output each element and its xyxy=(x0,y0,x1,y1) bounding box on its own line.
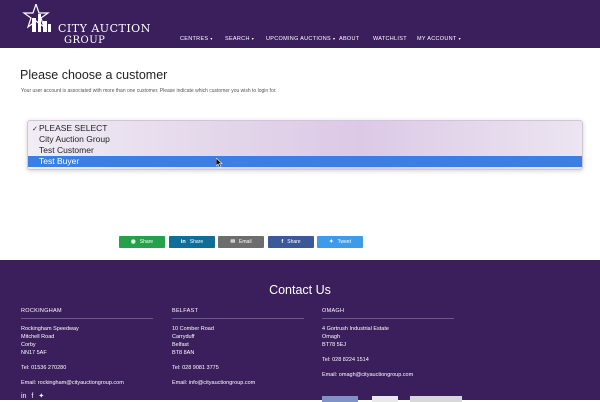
address-line: Corby xyxy=(21,342,36,348)
phone-link[interactable]: Tel: 028 8224 1514 xyxy=(322,356,454,364)
address-line: Carryduff xyxy=(172,334,195,340)
linkedin-icon: in xyxy=(180,239,186,245)
address-line: NN17 5AF xyxy=(21,350,47,356)
column-heading: ROCKINGHAM xyxy=(21,308,153,319)
nav-label: WATCHLIST xyxy=(373,36,407,42)
option-test-customer[interactable]: Test Customer xyxy=(28,145,582,156)
option-label: PLEASE SELECT xyxy=(39,123,108,133)
nav-about[interactable]: ABOUT xyxy=(339,36,359,42)
share-label: Share xyxy=(139,239,154,245)
nav-label: UPCOMING AUCTIONS xyxy=(266,36,331,42)
footer-column-omagh: OMAGH 4 Gortrush Industrial Estate Omagh… xyxy=(322,308,454,379)
address-line: 10 Comber Road xyxy=(172,326,214,332)
share-bar: ◉ Share in Share ✉ Email f Share ✦ Tweet xyxy=(0,236,600,248)
share-email-button[interactable]: ✉ Email xyxy=(218,236,264,248)
address-line: BT78 5EJ xyxy=(322,342,347,348)
footer-column-belfast: BELFAST 10 Comber Road Carryduff Belfast… xyxy=(172,308,304,387)
phone-link[interactable]: Tel: 01536 270280 xyxy=(21,364,153,372)
phone-link[interactable]: Tel: 028 9081 3775 xyxy=(172,364,304,372)
share-whatsapp-button[interactable]: ◉ Share xyxy=(119,236,165,248)
site-header: CITY AUCTION GROUP CENTRES ▾ SEARCH ▾ UPCO… xyxy=(0,0,600,48)
address-line: Mitchell Road xyxy=(21,334,55,340)
mouse-cursor-icon xyxy=(216,158,223,168)
linkedin-icon[interactable]: in xyxy=(21,393,26,400)
email-link[interactable]: Email: info@cityauctiongroup.com xyxy=(172,379,304,387)
partner-logo xyxy=(372,396,398,402)
customer-select-dropdown[interactable]: ✓PLEASE SELECT City Auction Group Test C… xyxy=(27,120,583,170)
share-label: Share xyxy=(189,239,204,245)
share-facebook-button[interactable]: f Share xyxy=(268,236,314,248)
column-heading: BELFAST xyxy=(172,308,304,319)
nav-watchlist[interactable]: WATCHLIST xyxy=(373,36,407,42)
footer-column-rockingham: ROCKINGHAM Rockingham Speedway Mitchell … xyxy=(21,308,153,387)
option-test-buyer[interactable]: Test Buyer xyxy=(28,156,582,167)
footer-social-links: in f ✦ xyxy=(21,392,44,400)
facebook-icon: f xyxy=(281,239,284,245)
address-line: Omagh xyxy=(322,334,341,340)
page-description: Your user account is associated with mor… xyxy=(21,88,277,94)
address-line: Rockingham Speedway xyxy=(21,326,79,332)
nav-label: MY ACCOUNT xyxy=(417,36,457,42)
logo-text-line1: CITY AUCTION xyxy=(58,22,151,35)
twitter-icon: ✦ xyxy=(329,239,334,245)
share-label: Share xyxy=(287,239,301,245)
email-link[interactable]: Email: rockingham@cityauctiongroup.com xyxy=(21,379,153,387)
footer-title: Contact Us xyxy=(269,283,331,297)
nav-label: SEARCH xyxy=(225,36,250,42)
option-city-auction-group[interactable]: City Auction Group xyxy=(28,134,582,145)
nav-search[interactable]: SEARCH ▾ xyxy=(225,36,254,42)
nav-label: CENTRES xyxy=(180,36,209,42)
skyline-star-icon xyxy=(22,4,51,32)
facebook-icon[interactable]: f xyxy=(31,393,33,400)
chevron-down-icon: ▾ xyxy=(251,36,255,41)
nav-my-account[interactable]: MY ACCOUNT ▾ xyxy=(417,36,461,42)
main-nav: CENTRES ▾ SEARCH ▾ UPCOMING AUCTIONS ▾ ABOU… xyxy=(0,36,600,46)
nav-upcoming-auctions[interactable]: UPCOMING AUCTIONS ▾ xyxy=(266,36,335,42)
partner-logo xyxy=(410,396,462,402)
nav-label: ABOUT xyxy=(339,36,360,42)
option-please-select[interactable]: ✓PLEASE SELECT xyxy=(28,123,582,134)
share-label: Tweet xyxy=(337,239,351,245)
email-icon: ✉ xyxy=(230,239,236,245)
email-link[interactable]: Email: omagh@cityauctiongroup.com xyxy=(322,371,454,379)
share-twitter-button[interactable]: ✦ Tweet xyxy=(317,236,363,248)
site-footer: Contact Us ROCKINGHAM Rockingham Speedwa… xyxy=(0,260,600,402)
share-label: Email xyxy=(239,239,252,245)
chevron-down-icon: ▾ xyxy=(458,36,461,41)
chevron-down-icon: ▾ xyxy=(210,36,213,41)
partner-logo xyxy=(322,396,358,402)
nav-centres[interactable]: CENTRES ▾ xyxy=(180,36,213,42)
column-heading: OMAGH xyxy=(322,308,454,319)
twitter-icon[interactable]: ✦ xyxy=(38,393,44,400)
share-linkedin-button[interactable]: in Share xyxy=(169,236,215,248)
address-line: 4 Gortrush Industrial Estate xyxy=(322,326,389,332)
address-line: BT8 8AN xyxy=(172,350,195,356)
chevron-down-icon: ▾ xyxy=(333,36,336,41)
page-title: Please choose a customer xyxy=(20,68,168,82)
whatsapp-icon: ◉ xyxy=(130,239,136,245)
address-line: Belfast xyxy=(172,342,189,348)
